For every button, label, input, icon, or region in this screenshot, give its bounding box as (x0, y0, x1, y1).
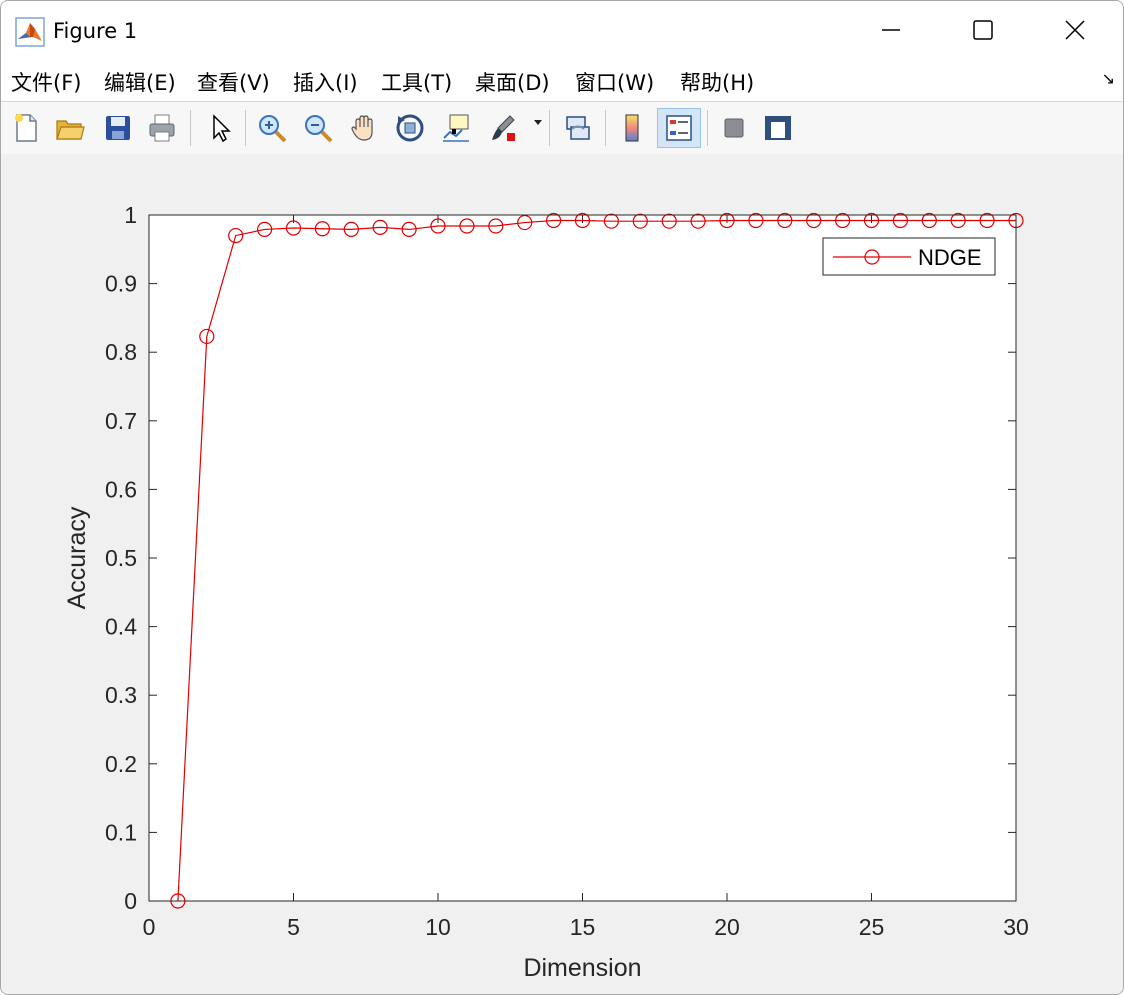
title-bar[interactable]: Figure 1 (1, 1, 1123, 59)
open-folder-icon (56, 120, 85, 140)
legend-icon (666, 115, 692, 141)
legend-button[interactable] (657, 108, 701, 148)
y-tick-label: 0.7 (105, 408, 137, 434)
y-tick-label: 0.9 (105, 271, 137, 297)
pan-button[interactable] (345, 108, 383, 148)
open-file-button[interactable] (51, 108, 89, 148)
show-plot-tools-button[interactable] (759, 108, 797, 148)
menu-view[interactable]: 查看(V) (197, 67, 270, 97)
print-button[interactable] (143, 108, 181, 148)
save-icon (106, 116, 130, 140)
y-tick-label: 0.6 (105, 476, 137, 502)
brush-icon (492, 115, 515, 141)
colorbar-icon (625, 114, 639, 142)
new-figure-button[interactable] (7, 108, 45, 148)
zoom-out-button[interactable] (299, 108, 337, 148)
rotate-3d-button[interactable] (391, 108, 429, 148)
figure-canvas: 0 5 10 15 20 25 30 0 0.1 0.2 0.3 0.4 0.5 0.6 0.7 0.8 0.9… (1, 154, 1123, 994)
close-button[interactable] (1029, 1, 1121, 59)
minimize-icon (882, 29, 900, 31)
data-tips-button[interactable] (437, 108, 475, 148)
menu-insert[interactable]: 插入(I) (293, 67, 358, 97)
zoom-in-icon (259, 115, 287, 143)
rotate-3d-icon (396, 114, 424, 142)
hide-plot-tools-button[interactable] (715, 108, 753, 148)
x-tick-label: 20 (714, 914, 740, 940)
close-icon (1065, 20, 1085, 40)
x-tick-label: 25 (859, 914, 885, 940)
menu-desktop[interactable]: 桌面(D) (475, 67, 550, 97)
colorbar-button[interactable] (613, 108, 651, 148)
menu-help[interactable]: 帮助(H) (680, 67, 754, 97)
maximize-button[interactable] (937, 1, 1029, 59)
x-axis-label: Dimension (523, 954, 641, 982)
brush-dropdown-icon[interactable] (534, 120, 542, 125)
y-tick-label: 0.8 (105, 339, 137, 365)
y-tick-label: 0.5 (105, 545, 137, 571)
toolbar-separator (605, 110, 606, 146)
y-tick-label: 0 (124, 888, 137, 914)
matlab-logo-icon (15, 17, 45, 47)
menu-window[interactable]: 窗口(W) (575, 67, 654, 97)
pan-hand-icon (351, 115, 373, 141)
toolbar-separator (707, 110, 708, 146)
print-icon (149, 114, 175, 142)
save-button[interactable] (99, 108, 137, 148)
pointer-arrow-icon (213, 114, 231, 143)
link-plot-button[interactable] (559, 108, 597, 148)
toolbar-toggle-icon[interactable]: ↘ (1102, 69, 1115, 88)
menu-bar: 文件(F) 编辑(E) 查看(V) 插入(I) 工具(T) 桌面(D) 窗口(W… (1, 59, 1123, 101)
x-tick-label: 10 (425, 914, 451, 940)
zoom-in-button[interactable] (253, 108, 291, 148)
window-title: Figure 1 (53, 19, 138, 43)
maximize-icon (973, 20, 993, 40)
edit-plot-button[interactable] (201, 108, 239, 148)
y-tick-label: 1 (124, 202, 137, 228)
brush-button[interactable] (483, 108, 521, 148)
x-tick-label: 0 (143, 914, 156, 940)
data-cursor-icon (443, 114, 469, 142)
menu-file[interactable]: 文件(F) (11, 67, 81, 97)
legend-label: NDGE (918, 245, 982, 270)
y-axis-label: Accuracy (63, 506, 91, 609)
y-tick-label: 0.3 (105, 682, 137, 708)
x-tick-label: 15 (570, 914, 596, 940)
menu-edit[interactable]: 编辑(E) (104, 67, 176, 97)
toolbar-separator (549, 110, 550, 146)
x-tick-label: 5 (287, 914, 300, 940)
toolbar-separator (190, 110, 191, 146)
menu-tools[interactable]: 工具(T) (381, 67, 452, 97)
toolbar-separator (245, 110, 246, 146)
legend: NDGE (822, 237, 996, 276)
figure-toolbar (1, 101, 1123, 155)
new-figure-icon (15, 114, 37, 142)
y-tick-label: 0.1 (105, 819, 137, 845)
y-tick-label: 0.4 (105, 614, 137, 640)
link-plot-icon (566, 116, 590, 140)
figure-window: Figure 1 文件(F) 编辑(E) 查看(V) 插入(I) 工具(T) 桌… (0, 0, 1124, 995)
accuracy-plot[interactable]: 0 5 10 15 20 25 30 0 0.1 0.2 0.3 0.4 0.5 0.6 0.7 0.8 0.9… (1, 154, 1123, 994)
zoom-out-icon (305, 115, 333, 143)
axes-background (149, 215, 1016, 901)
y-tick-label: 0.2 (105, 751, 137, 777)
show-plot-tools-icon (765, 116, 791, 140)
minimize-button[interactable] (845, 1, 937, 59)
hide-plot-tools-icon (724, 118, 744, 138)
x-tick-label: 30 (1003, 914, 1029, 940)
